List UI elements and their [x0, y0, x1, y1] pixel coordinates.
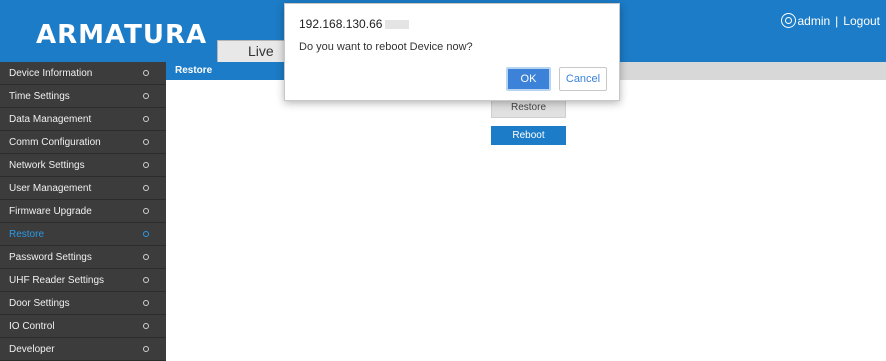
sidebar-item-label: Firmware Upgrade — [9, 206, 92, 217]
circle-icon — [143, 70, 149, 76]
sidebar-item-comm-configuration[interactable]: Comm Configuration — [0, 131, 166, 154]
sidebar-item-label: Restore — [9, 229, 45, 240]
circle-icon — [143, 254, 149, 260]
dialog-origin: 192.168.130.66 — [299, 17, 383, 31]
sidebar-item-password-settings[interactable]: Password Settings — [0, 246, 166, 269]
sidebar-item-restore[interactable]: Restore — [0, 223, 166, 246]
sidebar-item-label: Door Settings — [9, 298, 70, 309]
user-area: admin | Logout — [781, 13, 880, 28]
circle-icon — [143, 139, 149, 145]
sidebar-item-time-settings[interactable]: Time Settings — [0, 85, 166, 108]
sidebar-item-label: IO Control — [9, 321, 55, 332]
sidebar-item-user-management[interactable]: User Management — [0, 177, 166, 200]
sidebar-item-label: Device Information — [9, 68, 93, 79]
sidebar-item-device-information[interactable]: Device Information — [0, 62, 166, 85]
circle-icon — [143, 208, 149, 214]
sidebar-item-developer[interactable]: Developer — [0, 338, 166, 361]
circle-icon — [143, 277, 149, 283]
circle-icon — [143, 116, 149, 122]
cancel-button[interactable]: Cancel — [559, 67, 607, 91]
confirm-dialog: 192.168.130.66 Do you want to reboot Dev… — [284, 3, 620, 101]
sidebar-item-data-management[interactable]: Data Management — [0, 108, 166, 131]
logout-link[interactable]: Logout — [843, 14, 880, 28]
sidebar-item-label: Password Settings — [9, 252, 92, 263]
dialog-title: 192.168.130.66 — [299, 17, 410, 31]
sidebar-item-label: UHF Reader Settings — [9, 275, 105, 286]
sidebar-item-label: User Management — [9, 183, 92, 194]
sidebar-menu: Device Information Time Settings Data Ma… — [0, 62, 166, 361]
sidebar-item-label: Data Management — [9, 114, 92, 125]
sidebar-item-uhf-reader-settings[interactable]: UHF Reader Settings — [0, 269, 166, 292]
sidebar-item-label: Comm Configuration — [9, 137, 101, 148]
circle-icon — [143, 185, 149, 191]
circle-icon — [143, 93, 149, 99]
sidebar-item-label: Time Settings — [9, 91, 70, 102]
sidebar-item-door-settings[interactable]: Door Settings — [0, 292, 166, 315]
user-icon — [781, 13, 797, 28]
brand-logo: ARMATURA — [36, 20, 208, 50]
dialog-message: Do you want to reboot Device now? — [299, 41, 473, 53]
restore-button[interactable]: Restore — [491, 98, 566, 118]
circle-icon — [143, 231, 149, 237]
sidebar-item-label: Network Settings — [9, 160, 85, 171]
reboot-button[interactable]: Reboot — [491, 126, 566, 145]
circle-icon — [143, 162, 149, 168]
sidebar-item-label: Developer — [9, 344, 55, 355]
circle-icon — [143, 346, 149, 352]
page-title: Restore — [166, 62, 284, 80]
sidebar-item-firmware-upgrade[interactable]: Firmware Upgrade — [0, 200, 166, 223]
sidebar-item-io-control[interactable]: IO Control — [0, 315, 166, 338]
sidebar-item-network-settings[interactable]: Network Settings — [0, 154, 166, 177]
redaction-mask — [385, 20, 410, 30]
circle-icon — [143, 300, 149, 306]
circle-icon — [143, 323, 149, 329]
username[interactable]: admin — [797, 14, 830, 28]
separator: | — [835, 13, 839, 28]
ok-button[interactable]: OK — [506, 67, 551, 91]
